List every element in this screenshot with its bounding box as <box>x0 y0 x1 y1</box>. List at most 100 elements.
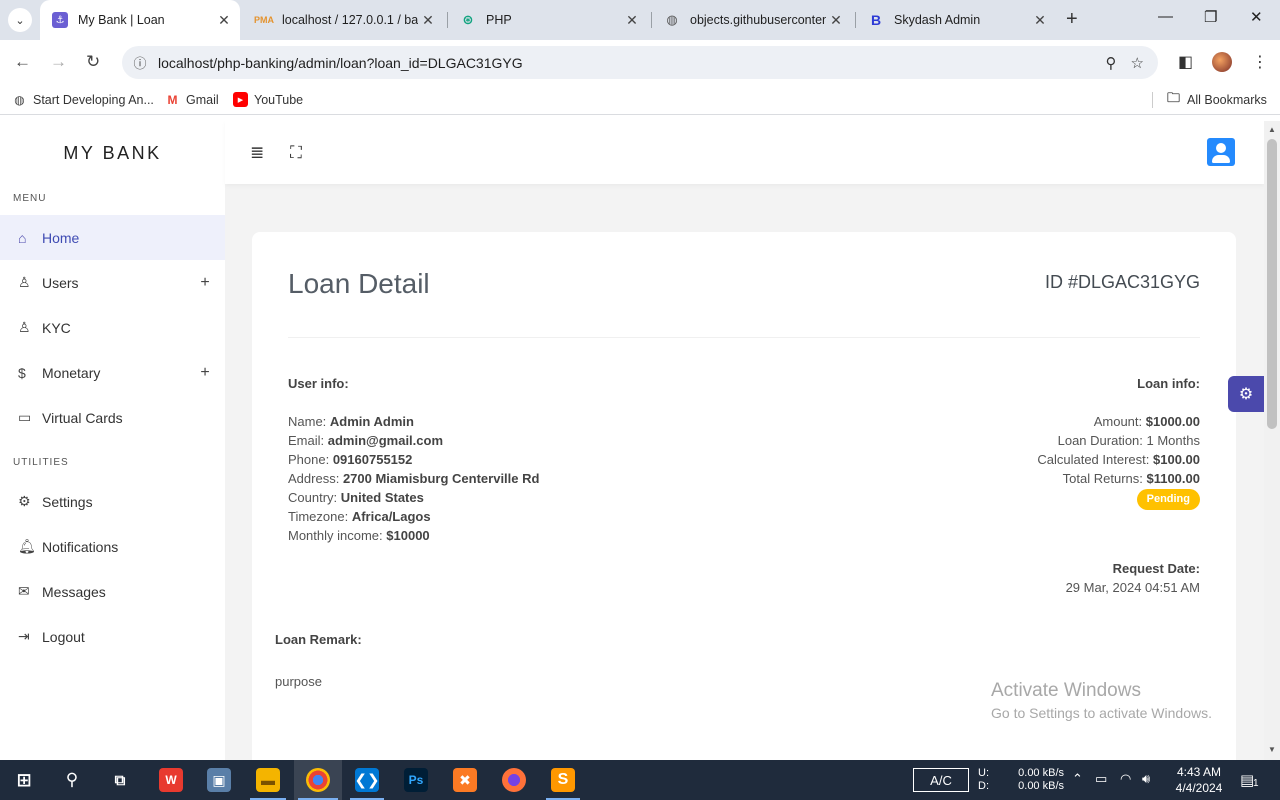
side-panel-icon[interactable]: ◧ <box>1178 52 1193 72</box>
volume-icon[interactable]: 🔊︎ <box>1142 771 1150 787</box>
scroll-down-arrow-icon[interactable]: ▼ <box>1268 745 1276 754</box>
file-explorer-icon[interactable]: ▬ <box>256 768 280 792</box>
bookmark-gmail[interactable]: M Gmail <box>165 92 219 107</box>
sidebar-item-label: Messages <box>42 583 106 600</box>
sidebar-item-label: Monetary <box>42 364 101 381</box>
computer-icon[interactable]: ▣ <box>207 768 231 792</box>
gmail-icon: M <box>167 92 178 107</box>
sidebar-item-notifications[interactable]: 🔔︎ Notifications <box>0 524 225 569</box>
close-tab-icon[interactable]: ✕ <box>622 12 642 29</box>
bookmark-start-developing[interactable]: ◍ Start Developing An... <box>12 92 154 107</box>
back-arrow-icon[interactable]: ← <box>14 52 31 72</box>
user-info-row: Country: United States <box>288 488 539 507</box>
page-viewport: MY BANK MENU ⌂ Home ♙ Users + ♙ KYC $ Mo… <box>0 121 1264 760</box>
sublime-text-icon[interactable]: S <box>551 768 575 792</box>
sidebar-item-logout[interactable]: ⇥ Logout <box>0 614 225 659</box>
firefox-icon[interactable] <box>502 768 526 792</box>
tab-phpmyadmin[interactable]: PMA localhost / 127.0.0.1 / ba ✕ <box>244 0 444 40</box>
watermark-line1: Activate Windows <box>991 680 1141 701</box>
bookmark-label: Gmail <box>186 92 219 107</box>
photoshop-icon[interactable]: Ps <box>404 768 428 792</box>
loan-duration: 1 Months <box>1146 433 1200 448</box>
close-tab-icon[interactable]: ✕ <box>826 12 846 29</box>
info-value: $10000 <box>386 528 430 543</box>
fullscreen-icon[interactable]: ⛶ <box>290 143 302 163</box>
info-label: Email: <box>288 433 325 448</box>
info-label: Calculated Interest: <box>1037 452 1150 467</box>
menu-kebab-icon[interactable]: ⋮ <box>1252 52 1268 72</box>
tab-php[interactable]: ⊛ PHP ✕ <box>448 0 648 40</box>
close-tab-icon[interactable]: ✕ <box>418 12 438 29</box>
reload-icon[interactable]: ↻ <box>86 52 100 72</box>
loan-remark-text: purpose <box>275 674 322 689</box>
download-label: D: <box>978 780 989 792</box>
sidebar-item-messages[interactable]: ✉ Messages <box>0 569 225 614</box>
taskbar-clock[interactable]: 4:43 AM 4/4/2024 <box>1168 764 1230 796</box>
clock-time: 4:43 AM <box>1176 765 1222 779</box>
site-info-icon[interactable]: ⓘ <box>122 53 158 72</box>
user-info-row: Address: 2700 Miamisburg Centerville Rd <box>288 469 539 488</box>
zoom-icon[interactable]: ⚲ <box>1106 54 1117 72</box>
logout-icon: ⇥ <box>18 628 30 644</box>
task-view-icon[interactable]: ⧉ <box>108 768 132 792</box>
sidebar-item-label: Home <box>42 229 80 246</box>
page-scrollbar[interactable]: ▲ ▼ <box>1264 121 1280 760</box>
sidebar: MY BANK MENU ⌂ Home ♙ Users + ♙ KYC $ Mo… <box>0 121 225 760</box>
theme-settings-gear-button[interactable]: ⚙ <box>1228 376 1264 412</box>
upload-label: U: <box>978 767 989 779</box>
close-tab-icon[interactable]: ✕ <box>1030 12 1050 29</box>
sidebar-item-monetary[interactable]: $ Monetary + <box>0 350 225 395</box>
bookmark-youtube[interactable]: ▶ YouTube <box>233 92 303 107</box>
new-tab-plus-icon[interactable]: + <box>1066 8 1078 31</box>
ac-indicator[interactable]: A/C <box>913 768 969 792</box>
download-speed: 0.00 kB/s <box>1018 780 1064 792</box>
sidebar-item-home[interactable]: ⌂ Home <box>0 215 225 260</box>
profile-avatar[interactable] <box>1212 52 1232 72</box>
sidebar-item-settings[interactable]: ⚙ Settings <box>0 479 225 524</box>
loan-info-heading: Loan info: <box>1137 376 1200 391</box>
loan-interest: $100.00 <box>1153 452 1200 467</box>
bookmark-star-icon[interactable]: ☆ <box>1131 54 1144 72</box>
wifi-icon[interactable]: ◠ <box>1120 771 1131 787</box>
utilities-section-title: UTILITIES <box>13 457 69 468</box>
search-icon[interactable]: ⚲ <box>60 768 84 792</box>
info-label: Monthly income: <box>288 528 383 543</box>
bookmarks-bar: ◍ Start Developing An... M Gmail ▶ YouTu… <box>0 85 1280 115</box>
chrome-icon[interactable] <box>306 768 330 792</box>
tab-label: objects.githubusercontent <box>690 13 826 27</box>
tray-chevron-up-icon[interactable]: ⌃ <box>1072 771 1083 787</box>
scroll-thumb[interactable] <box>1267 139 1277 429</box>
brand-logo[interactable]: MY BANK <box>0 143 225 164</box>
sidebar-item-kyc[interactable]: ♙ KYC <box>0 305 225 350</box>
user-profile-button[interactable] <box>1207 138 1235 166</box>
tab-my-bank[interactable]: ⚓ My Bank | Loan ✕ <box>40 0 240 40</box>
tab-search-chevron-icon[interactable]: ⌄ <box>8 8 32 32</box>
tab-github-objects[interactable]: ◍ objects.githubusercontent ✕ <box>652 0 852 40</box>
close-tab-icon[interactable]: ✕ <box>214 12 234 29</box>
expand-plus-icon[interactable]: + <box>185 274 225 292</box>
sidebar-item-users[interactable]: ♙ Users + <box>0 260 225 305</box>
page-title: Loan Detail <box>288 268 430 299</box>
info-label: Address: <box>288 471 340 486</box>
expand-plus-icon[interactable]: + <box>185 364 225 382</box>
tab-skydash[interactable]: B Skydash Admin ✕ <box>856 0 1056 40</box>
all-bookmarks[interactable]: 🗀 All Bookmarks <box>1166 90 1267 107</box>
url-text[interactable]: localhost/php-banking/admin/loan?loan_id… <box>158 55 1106 71</box>
minimize-icon[interactable]: — <box>1158 8 1173 25</box>
xampp-icon[interactable]: ✖ <box>453 768 477 792</box>
globe-icon: ◍ <box>14 92 25 107</box>
info-label: Timezone: <box>288 509 349 524</box>
scroll-up-arrow-icon[interactable]: ▲ <box>1268 125 1276 134</box>
chatgpt-favicon-icon: ⊛ <box>462 12 474 27</box>
forward-arrow-icon[interactable]: → <box>50 52 67 72</box>
sidebar-item-virtual-cards[interactable]: ▭ Virtual Cards <box>0 395 225 440</box>
divider <box>288 337 1200 338</box>
battery-icon[interactable]: ▭ <box>1095 771 1107 787</box>
windows-start-icon[interactable]: ⊞ <box>12 768 36 792</box>
wps-office-icon[interactable]: W <box>159 768 183 792</box>
window-close-icon[interactable]: ✕ <box>1250 8 1263 26</box>
restore-icon[interactable]: ❐ <box>1204 8 1217 26</box>
vscode-icon[interactable]: ❮❯ <box>354 768 380 792</box>
hamburger-menu-icon[interactable]: ≣ <box>250 143 264 163</box>
url-omnibox[interactable]: ⓘ localhost/php-banking/admin/loan?loan_… <box>122 46 1158 79</box>
